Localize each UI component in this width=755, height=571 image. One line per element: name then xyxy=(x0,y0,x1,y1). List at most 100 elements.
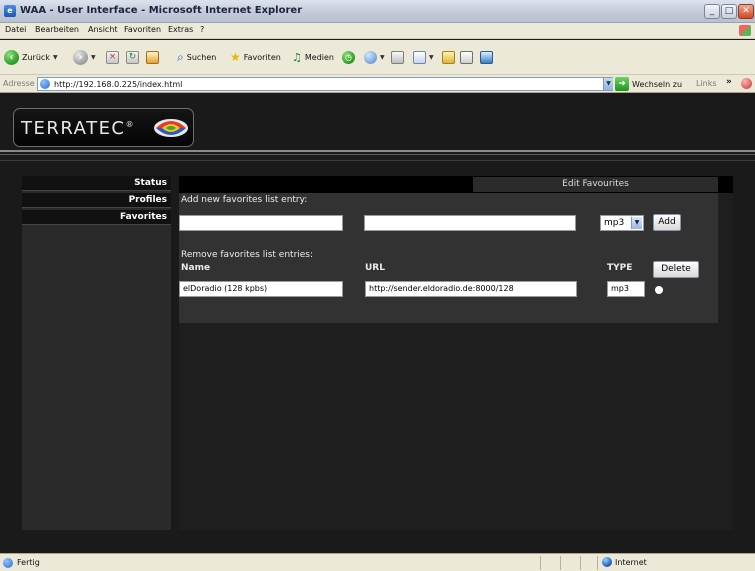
divider xyxy=(0,154,755,155)
go-button[interactable]: ➜ Wechseln zu xyxy=(615,77,682,91)
globe-icon xyxy=(602,557,612,567)
page-content: TERRATEC® Status Profiles Favorites Edit… xyxy=(0,94,755,553)
media-button[interactable]: ♫ Medien xyxy=(292,48,334,66)
go-label: Wechseln zu xyxy=(632,79,683,89)
address-label: Adresse xyxy=(3,79,35,88)
refresh-button[interactable]: ↻ xyxy=(126,48,139,66)
status-text: Fertig xyxy=(17,558,40,567)
search-icon: ⌕ xyxy=(177,49,184,64)
panel-header: Edit Favourites xyxy=(179,176,733,193)
print-button[interactable] xyxy=(391,48,404,66)
entry-url-field[interactable]: http://sender.eldoradio.de:8000/128 xyxy=(365,281,577,297)
divider xyxy=(0,160,755,161)
toolbar-extra-icon[interactable] xyxy=(741,78,752,89)
stop-button[interactable]: × xyxy=(106,48,119,66)
browser-window: e WAA - User Interface - Microsoft Inter… xyxy=(0,0,755,571)
research-button[interactable] xyxy=(460,48,473,66)
title-bar: e WAA - User Interface - Microsoft Inter… xyxy=(0,0,755,23)
links-button[interactable]: Links xyxy=(696,79,717,88)
ie-icon: e xyxy=(4,5,16,17)
column-header-name: Name xyxy=(181,263,211,273)
sidebar-item-status[interactable]: Status xyxy=(22,176,171,191)
page-icon xyxy=(40,79,50,89)
favorites-form: Add new favorites list entry: mp3 ▼ Add … xyxy=(179,193,718,323)
menu-favoriten[interactable]: Favoriten xyxy=(124,25,161,34)
print-icon xyxy=(391,50,404,64)
menu-datei[interactable]: Datei xyxy=(5,25,26,34)
windows-logo-icon xyxy=(739,25,751,36)
column-header-url: URL xyxy=(365,263,385,273)
mail-icon xyxy=(364,50,377,64)
document-icon xyxy=(460,50,473,64)
zone-label: Internet xyxy=(615,557,647,567)
forward-button[interactable]: › ▼ xyxy=(73,48,96,66)
history-icon: ◷ xyxy=(342,50,355,64)
address-input[interactable]: http://192.168.0.225/index.html xyxy=(37,77,613,91)
media-icon: ♫ xyxy=(292,50,302,64)
close-button[interactable]: ✕ xyxy=(738,4,754,19)
divider xyxy=(0,150,755,152)
logo-text: TERRATEC® xyxy=(21,118,136,139)
edit-icon xyxy=(413,50,426,64)
menu-help[interactable]: ? xyxy=(200,25,204,34)
media-label: Medien xyxy=(304,52,334,62)
add-button[interactable]: Add xyxy=(653,214,681,231)
remove-entries-title: Remove favorites list entries: xyxy=(181,250,314,260)
entry-name-field[interactable]: elDoradio (128 kpbs) xyxy=(179,281,343,297)
edit-button[interactable]: ▼ xyxy=(413,48,434,66)
address-url: http://192.168.0.225/index.html xyxy=(54,80,183,89)
chevron-down-icon: ▼ xyxy=(429,53,434,61)
minimize-button[interactable]: _ xyxy=(704,4,720,19)
back-label: Zurück xyxy=(22,52,50,62)
back-arrow-icon: ‹ xyxy=(4,49,19,65)
home-button[interactable] xyxy=(146,48,159,66)
divider xyxy=(560,556,561,570)
stop-icon: × xyxy=(106,50,119,64)
maximize-button[interactable]: □ xyxy=(721,4,737,19)
star-icon: ★ xyxy=(230,50,241,64)
search-label: Suchen xyxy=(186,52,217,62)
address-bar: Adresse http://192.168.0.225/index.html … xyxy=(0,75,755,93)
chevron-down-icon: ▼ xyxy=(380,53,385,61)
messenger-button[interactable] xyxy=(480,48,493,66)
add-entry-title: Add new favorites list entry: xyxy=(181,195,308,205)
menu-bar: Datei Bearbeiten Ansicht Favoriten Extra… xyxy=(0,23,755,39)
address-dropdown-icon[interactable]: ▼ xyxy=(603,78,613,90)
folder-button[interactable] xyxy=(442,48,455,66)
new-name-input[interactable] xyxy=(179,215,343,231)
window-title: WAA - User Interface - Microsoft Interne… xyxy=(20,5,303,16)
divider xyxy=(597,556,598,570)
favorites-label: Favoriten xyxy=(243,52,281,62)
status-bar: Fertig Internet xyxy=(0,553,755,571)
menu-bearbeiten[interactable]: Bearbeiten xyxy=(35,25,79,34)
history-button[interactable]: ◷ xyxy=(342,48,355,66)
home-icon xyxy=(146,50,159,64)
logo-mark-icon xyxy=(154,119,188,137)
go-arrow-icon: ➜ xyxy=(615,77,629,91)
forward-arrow-icon: › xyxy=(73,49,88,65)
entry-type-field[interactable]: mp3 xyxy=(607,281,645,297)
favorites-button[interactable]: ★ Favoriten xyxy=(230,48,281,66)
chevron-down-icon: ▼ xyxy=(52,53,58,61)
new-type-value: mp3 xyxy=(604,218,625,228)
chevron-down-icon: ▼ xyxy=(91,53,96,61)
toolbar: ‹ Zurück ▼ › ▼ × ↻ ⌕ Suchen ★ Favoriten … xyxy=(0,40,755,75)
menu-extras[interactable]: Extras xyxy=(168,25,193,34)
messenger-icon xyxy=(480,50,493,64)
folder-icon xyxy=(442,50,455,64)
menu-ansicht[interactable]: Ansicht xyxy=(88,25,118,34)
sidebar: Status Profiles Favorites xyxy=(22,176,171,530)
entry-select-radio[interactable] xyxy=(655,286,663,294)
new-url-input[interactable] xyxy=(364,215,576,231)
links-more-icon[interactable]: » xyxy=(726,77,732,87)
sidebar-item-favorites[interactable]: Favorites xyxy=(22,210,171,225)
back-button[interactable]: ‹ Zurück ▼ xyxy=(4,48,58,66)
search-button[interactable]: ⌕ Suchen xyxy=(177,48,216,66)
divider xyxy=(580,556,581,570)
delete-button[interactable]: Delete xyxy=(653,261,699,278)
column-header-type: TYPE xyxy=(607,263,633,273)
security-zone: Internet xyxy=(602,557,647,567)
new-type-select[interactable]: mp3 ▼ xyxy=(600,215,644,231)
mail-button[interactable]: ▼ xyxy=(364,48,385,66)
sidebar-item-profiles[interactable]: Profiles xyxy=(22,193,171,208)
